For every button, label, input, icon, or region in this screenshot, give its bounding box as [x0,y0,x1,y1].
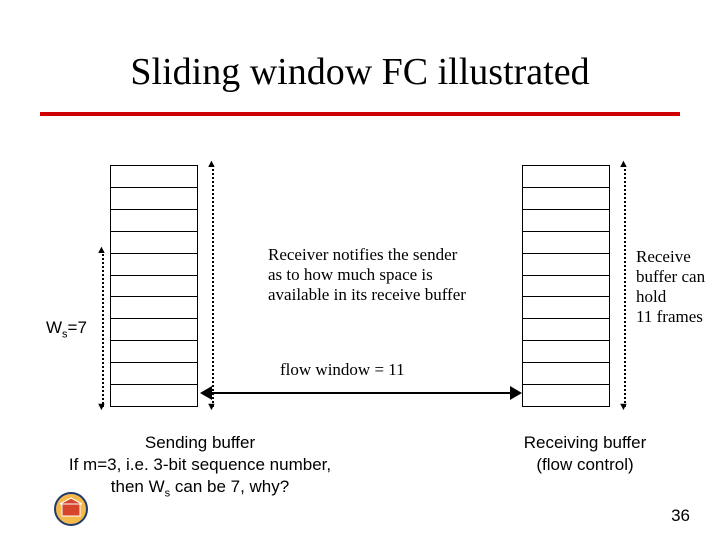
buffer-cell [523,384,609,406]
buffer-cell [523,166,609,187]
buffer-cell [523,362,609,384]
buffer-cell [523,209,609,231]
university-seal-icon [54,492,88,526]
flow-window-arrow [200,386,522,400]
buffer-cell [523,231,609,253]
receiving-buffer-caption: Receiving buffer(flow control) [490,432,680,476]
buffer-cell [523,253,609,275]
slide-number: 36 [671,506,690,526]
diagram-stage: ▲▼ ▲▼ ▲▼ Ws=7 Receiver notifies the send… [0,165,720,420]
buffer-cell [523,275,609,297]
buffer-cell [111,166,197,187]
buffer-cell [523,340,609,362]
buffer-cell [523,296,609,318]
buffer-cell [111,362,197,384]
buffer-cell [111,209,197,231]
buffer-cell [111,318,197,340]
title-rule [40,112,680,116]
receiver-notifies-text: Receiver notifies the sender as to how m… [268,245,468,305]
buffer-cell [111,275,197,297]
buffer-cell [523,318,609,340]
slide-title: Sliding window FC illustrated [0,50,720,94]
buffer-cell [111,253,197,275]
buffer-cell [111,384,197,406]
ws-label: Ws=7 [46,318,87,340]
buffer-cell [111,231,197,253]
buffer-cell [111,340,197,362]
sending-buffer-column [110,165,198,407]
sending-buffer-caption: Sending bufferIf m=3, i.e. 3-bit sequenc… [40,432,360,500]
flow-window-text: flow window = 11 [280,360,405,380]
buffer-cell [111,187,197,209]
buffer-cell [523,187,609,209]
buffer-cell [111,296,197,318]
receive-buffer-capacity-text: Receive buffer can hold 11 frames [636,247,720,327]
receiving-buffer-column [522,165,610,407]
